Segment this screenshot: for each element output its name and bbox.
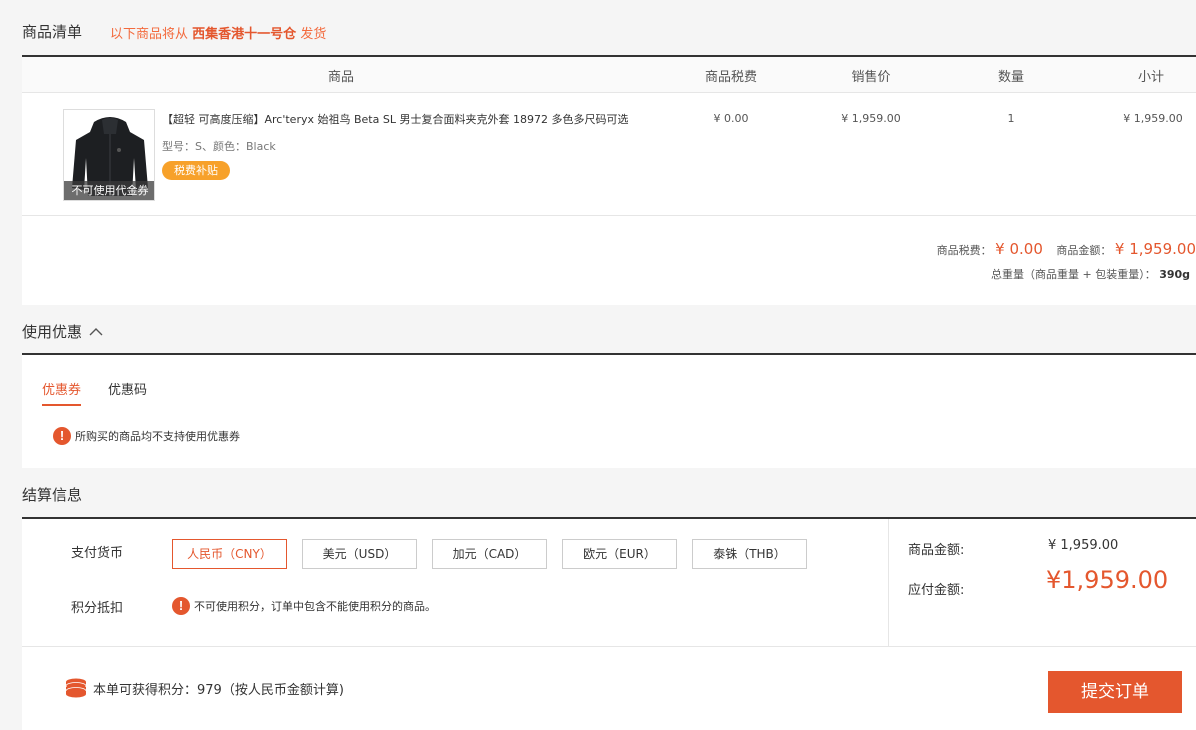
col-header-tax: 商品税费 <box>704 70 757 85</box>
shipping-suffix: 发货 <box>300 27 327 42</box>
no-voucher-label: 不可使用代金券 <box>64 181 154 200</box>
shipping-notice: 以下商品将从 西集香港十一号仓 发货 <box>110 23 326 42</box>
shipping-prefix: 以下商品将从 <box>110 27 189 42</box>
warehouse-name: 西集香港十一号仓 <box>192 27 297 42</box>
points-notice-text: 不可使用积分，订单中包含不能使用积分的商品。 <box>194 600 436 613</box>
currency-thb-button[interactable]: 泰铢（THB） <box>692 539 807 569</box>
col-header-price: 销售价 <box>851 70 891 85</box>
item-tax: ¥ 0.00 <box>713 112 749 125</box>
points-label: 积分抵扣 <box>71 601 124 616</box>
item-price: ¥ 1,959.00 <box>841 112 901 125</box>
weight-label: 总重量（商品重量 + 包装重量）： <box>991 268 1156 281</box>
points-notice: ! 不可使用积分，订单中包含不能使用积分的商品。 <box>172 597 436 615</box>
payable-value: ¥1,959.00 <box>1046 566 1169 594</box>
coupon-notice-text: 所购买的商品均不支持使用优惠券 <box>75 430 240 443</box>
currency-usd-button[interactable]: 美元（USD） <box>302 539 417 569</box>
goods-section-title: 商品清单 <box>22 23 83 41</box>
weight-value: 390g <box>1159 268 1191 281</box>
discount-panel <box>22 355 1196 468</box>
currency-cad-button[interactable]: 加元（CAD） <box>432 539 547 569</box>
tab-coupon[interactable]: 优惠券 <box>42 379 82 406</box>
discount-toggle[interactable]: 使用优惠 <box>22 321 104 342</box>
earn-points-text: 本单可获得积分：979（按人民币金额计算) <box>93 682 344 698</box>
warning-icon: ! <box>53 427 71 445</box>
summary-amount-label: 商品金额： <box>1056 244 1112 257</box>
product-spec: 型号：S、颜色：Black <box>162 140 276 153</box>
summary-amount-value: ¥ 1,959.00 <box>1114 240 1196 258</box>
goods-summary: 商品税费： ¥ 0.00 商品金额： ¥ 1,959.00 <box>937 240 1196 258</box>
row-divider <box>22 215 1196 216</box>
summary-tax-label: 商品税费： <box>936 244 992 257</box>
tax-subsidy-badge: 税费补贴 <box>162 161 230 180</box>
col-header-product: 商品 <box>327 70 354 85</box>
warning-icon: ! <box>172 597 190 615</box>
submit-order-button[interactable]: 提交订单 <box>1048 671 1182 713</box>
weight-summary: 总重量（商品重量 + 包装重量）： 390g <box>991 266 1196 282</box>
currency-eur-button[interactable]: 欧元（EUR） <box>562 539 677 569</box>
col-header-qty: 数量 <box>997 70 1024 85</box>
payable-label: 应付金额: <box>908 583 965 598</box>
summary-tax-value: ¥ 0.00 <box>995 240 1043 258</box>
goods-amount-label: 商品金额: <box>908 543 965 558</box>
coupon-notice: ! 所购买的商品均不支持使用优惠券 <box>53 427 240 445</box>
checkout-horizontal-divider <box>22 646 1196 647</box>
currency-label: 支付货币 <box>71 546 124 561</box>
discount-section-title: 使用优惠 <box>22 323 83 341</box>
earn-points: 本单可获得积分：979（按人民币金额计算) <box>65 678 344 698</box>
tab-promo-code[interactable]: 优惠码 <box>108 379 147 398</box>
item-subtotal: ¥ 1,959.00 <box>1123 112 1183 125</box>
currency-cny-button[interactable]: 人民币（CNY） <box>172 539 287 569</box>
item-qty: 1 <box>1007 112 1015 125</box>
checkout-vertical-divider <box>888 519 889 646</box>
chevron-up-icon <box>89 327 103 335</box>
product-name[interactable]: 【超轻 可高度压缩】Arc'teryx 始祖鸟 Beta SL 男士复合面料夹克… <box>162 111 628 127</box>
product-image[interactable]: 不可使用代金券 <box>63 109 155 201</box>
checkout-section-title: 结算信息 <box>22 486 83 504</box>
col-header-subtotal: 小计 <box>1137 70 1164 85</box>
coins-stack-icon <box>65 678 87 698</box>
goods-amount-value: ¥ 1,959.00 <box>1048 538 1119 553</box>
